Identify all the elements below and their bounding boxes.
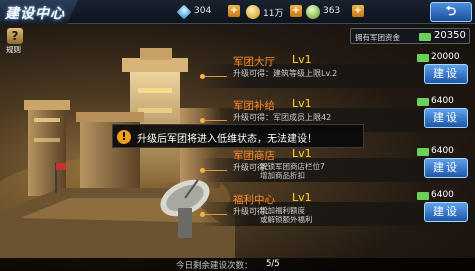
warning-message: 升级后军团将进入低维状态，无法建设！ bbox=[137, 134, 317, 145]
connector-line bbox=[205, 170, 227, 171]
build-cost: 6400 bbox=[431, 190, 454, 200]
upgrade-reward-lines: 解锁军团商店栏位7 增加商品折扣 bbox=[260, 162, 325, 180]
question-icon: ? bbox=[7, 28, 23, 44]
connector-line bbox=[205, 214, 227, 215]
build-cost: 6400 bbox=[431, 146, 454, 156]
top-bar: 建设中心 304 + 11万 + 363 + ⮌ bbox=[0, 0, 475, 24]
building-level: Lv1 bbox=[292, 53, 312, 66]
money-icon bbox=[417, 98, 429, 106]
add-stamina-button[interactable]: + bbox=[352, 5, 364, 17]
building-name: 军团大厅 bbox=[233, 56, 275, 68]
upgrade-reward: 升级可得：军团成员上限42 bbox=[233, 113, 332, 122]
building-level: Lv1 bbox=[292, 147, 312, 160]
gold-coin-icon bbox=[246, 5, 260, 19]
building-name: 福利中心 bbox=[233, 194, 275, 206]
building-level: Lv1 bbox=[292, 97, 312, 110]
build-button[interactable]: 建设 bbox=[424, 158, 468, 178]
funds-value: 20350 bbox=[434, 30, 466, 41]
build-cost: 6400 bbox=[431, 96, 454, 106]
building-level: Lv1 bbox=[292, 191, 312, 204]
stamina-resource: 363 bbox=[306, 5, 356, 19]
diamond-icon bbox=[176, 4, 192, 20]
stamina-icon bbox=[306, 5, 320, 19]
upgrade-reward: 升级可得：建筑等级上限Lv.2 bbox=[233, 69, 338, 78]
connector-line bbox=[205, 76, 227, 77]
build-button[interactable]: 建设 bbox=[424, 202, 468, 222]
remaining-builds-label: 今日剩余建设次数： bbox=[176, 261, 253, 271]
warning-toast: ! 升级后军团将进入低维状态，无法建设！ bbox=[112, 124, 364, 148]
upgrade-reward-lines: 增加福利额度 或解锁额外福利 bbox=[260, 206, 313, 224]
build-button[interactable]: 建设 bbox=[424, 108, 468, 128]
funds-label: 拥有军团资金 bbox=[355, 33, 400, 42]
building-name: 军团商店 bbox=[233, 150, 275, 162]
back-button[interactable]: ⮌ bbox=[430, 2, 472, 22]
remaining-builds-value: 5/5 bbox=[266, 259, 280, 269]
row-welfare-center: 福利中心 Lv1 升级可得： 增加福利额度 或解锁额外福利 6400 建设 bbox=[200, 190, 475, 236]
building-name: 军团补给 bbox=[233, 100, 275, 112]
main-building bbox=[76, 48, 220, 188]
money-icon bbox=[419, 33, 431, 41]
add-diamond-button[interactable]: + bbox=[228, 5, 240, 17]
build-button[interactable]: 建设 bbox=[424, 64, 468, 84]
page-title: 建设中心 bbox=[5, 6, 65, 22]
money-icon bbox=[417, 54, 429, 62]
warning-icon: ! bbox=[117, 130, 131, 144]
footer-bar: 今日剩余建设次数： 5/5 bbox=[0, 258, 475, 271]
row-legion-shop: 军团商店 Lv1 升级可得： 解锁军团商店栏位7 增加商品折扣 6400 建设 bbox=[200, 146, 475, 192]
connector-line bbox=[205, 120, 227, 121]
gold-resource: 11万 bbox=[246, 5, 296, 19]
money-icon bbox=[417, 192, 429, 200]
build-cost: 20000 bbox=[431, 52, 460, 62]
add-gold-button[interactable]: + bbox=[290, 5, 302, 17]
money-icon bbox=[417, 148, 429, 156]
left-tower bbox=[24, 100, 70, 196]
row-legion-hall: 军团大厅 Lv1 升级可得：建筑等级上限Lv.2 20000 建设 bbox=[200, 52, 475, 98]
legion-funds: 拥有军团资金 20350 bbox=[350, 28, 470, 44]
